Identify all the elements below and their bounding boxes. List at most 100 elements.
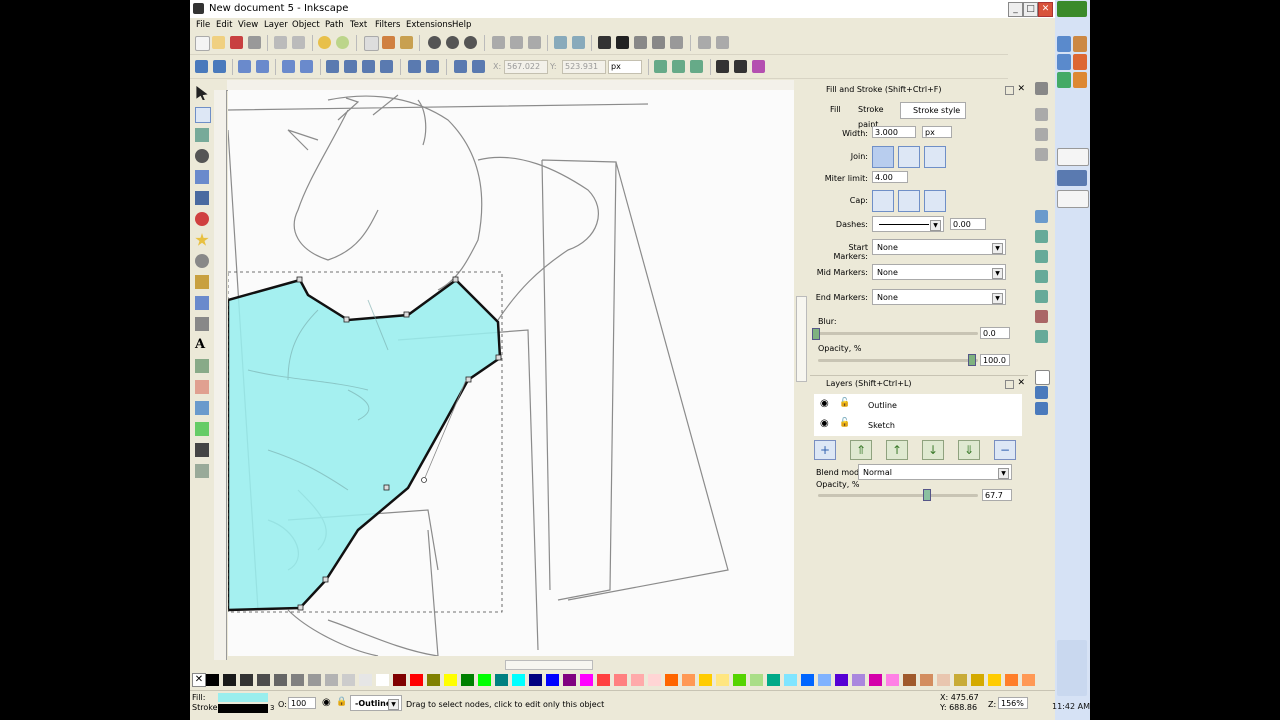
color-swatch[interactable] <box>427 674 440 686</box>
3d-box-tool-icon[interactable] <box>195 191 209 205</box>
vertical-scroll-thumb[interactable] <box>796 296 807 382</box>
panel-close-icon[interactable]: ✕ <box>1017 84 1025 94</box>
color-swatch[interactable] <box>342 674 355 686</box>
snap-page-icon[interactable] <box>1035 370 1050 385</box>
join-segment-icon[interactable] <box>282 60 295 73</box>
stroke-indicator[interactable] <box>218 704 268 713</box>
color-swatch[interactable] <box>291 674 304 686</box>
snap-cusp-icon[interactable] <box>1035 270 1048 283</box>
fill-stroke-icon[interactable] <box>598 36 611 49</box>
dropper-tool-icon[interactable] <box>195 443 209 457</box>
quicklaunch-icon[interactable] <box>1073 72 1087 88</box>
color-swatch[interactable] <box>835 674 848 686</box>
snap-smooth-icon[interactable] <box>1035 290 1048 303</box>
menu-filters[interactable]: Filters <box>375 20 400 30</box>
color-swatch[interactable] <box>852 674 865 686</box>
maximize-button[interactable]: □ <box>1023 2 1038 17</box>
menu-file[interactable]: File <box>196 20 210 30</box>
auto-smooth-node-icon[interactable] <box>380 60 393 73</box>
color-swatch[interactable] <box>580 674 593 686</box>
color-swatch[interactable] <box>495 674 508 686</box>
color-swatch[interactable] <box>546 674 559 686</box>
color-swatch[interactable] <box>274 674 287 686</box>
menu-help[interactable]: Help <box>452 20 471 30</box>
redo-icon[interactable] <box>336 36 349 49</box>
selector-tool-icon[interactable] <box>196 86 208 100</box>
panel-collapse-icon[interactable] <box>1005 86 1014 95</box>
add-layer-button[interactable]: + <box>814 440 836 460</box>
quicklaunch-icon[interactable] <box>1057 72 1071 88</box>
snap-midpoints-icon[interactable] <box>1035 310 1048 323</box>
menu-text[interactable]: Text <box>350 20 367 30</box>
layer-row[interactable]: ◉ 🔓 Outline <box>814 396 1022 415</box>
color-swatch[interactable] <box>699 674 712 686</box>
text-tool-icon[interactable]: A <box>195 338 209 352</box>
color-swatch[interactable] <box>257 674 270 686</box>
color-swatch[interactable] <box>665 674 678 686</box>
menu-path[interactable]: Path <box>325 20 344 30</box>
color-swatch[interactable] <box>988 674 1001 686</box>
cut-icon[interactable] <box>382 36 395 49</box>
color-swatch[interactable] <box>886 674 899 686</box>
delete-node-icon[interactable] <box>213 60 226 73</box>
xml-editor-icon[interactable] <box>652 36 665 49</box>
snap-toggle-icon[interactable] <box>1035 82 1048 95</box>
eye-icon[interactable]: ◉ <box>322 697 331 708</box>
symmetric-node-icon[interactable] <box>362 60 375 73</box>
document-properties-icon[interactable] <box>716 36 729 49</box>
color-swatch[interactable] <box>614 674 627 686</box>
eye-icon[interactable]: ◉ <box>820 398 829 409</box>
import-icon[interactable] <box>274 36 287 49</box>
color-swatch[interactable] <box>529 674 542 686</box>
export-icon[interactable] <box>292 36 305 49</box>
snap-bbox-corners-icon[interactable] <box>1035 148 1048 161</box>
ellipse-tool-icon[interactable] <box>195 212 209 226</box>
curve-segment-icon[interactable] <box>426 60 439 73</box>
snap-guides-icon[interactable] <box>1035 402 1048 415</box>
color-swatch[interactable] <box>954 674 967 686</box>
panel-collapse-icon[interactable] <box>1005 380 1014 389</box>
opacity-slider[interactable] <box>818 359 978 362</box>
print-icon[interactable] <box>248 36 261 49</box>
tweak-tool-icon[interactable] <box>195 128 209 142</box>
width-input[interactable]: 3.000 <box>872 126 916 138</box>
drawing-canvas[interactable] <box>228 90 794 656</box>
menu-layer[interactable]: Layer <box>264 20 288 30</box>
menu-extensions[interactable]: Extensions <box>406 20 452 30</box>
color-swatch[interactable] <box>920 674 933 686</box>
tab-stroke-paint[interactable]: Stroke paint <box>846 102 906 129</box>
fill-indicator[interactable] <box>218 693 268 702</box>
color-swatch[interactable] <box>869 674 882 686</box>
taskbar-window-button[interactable] <box>1057 148 1089 166</box>
cap-round-button[interactable] <box>898 190 920 212</box>
zoom-tool-icon[interactable] <box>195 149 209 163</box>
transform-handles-icon[interactable] <box>716 60 729 73</box>
join-miter-button[interactable] <box>872 146 894 168</box>
color-swatch[interactable] <box>716 674 729 686</box>
menu-view[interactable]: View <box>238 20 258 30</box>
pen-tool-icon[interactable] <box>195 296 209 310</box>
color-swatch[interactable] <box>903 674 916 686</box>
pencil-tool-icon[interactable] <box>195 275 209 289</box>
group-icon[interactable] <box>554 36 567 49</box>
current-layer-select[interactable]: -Outline ▼ <box>350 695 402 711</box>
next-path-effect-icon[interactable] <box>690 60 703 73</box>
x-input[interactable]: 567.022 <box>504 60 548 74</box>
clone-icon[interactable] <box>510 36 523 49</box>
menu-edit[interactable]: Edit <box>216 20 232 30</box>
color-swatch[interactable] <box>648 674 661 686</box>
clip-edit-icon[interactable] <box>734 60 747 73</box>
width-unit-select[interactable]: px <box>922 126 952 138</box>
vertical-scrollbar[interactable] <box>794 80 808 670</box>
dashes-select[interactable]: ▼ <box>872 216 944 232</box>
join-nodes-icon[interactable] <box>238 60 251 73</box>
layer-opacity-slider-knob[interactable] <box>923 489 932 501</box>
zoom-selection-icon[interactable] <box>428 36 441 49</box>
open-icon[interactable] <box>212 36 225 49</box>
y-input[interactable]: 523.931 <box>562 60 606 74</box>
new-document-icon[interactable] <box>195 36 210 51</box>
break-path-icon[interactable] <box>256 60 269 73</box>
color-swatch[interactable] <box>512 674 525 686</box>
opacity-short-input[interactable]: 100 <box>288 697 316 709</box>
smooth-node-icon[interactable] <box>344 60 357 73</box>
